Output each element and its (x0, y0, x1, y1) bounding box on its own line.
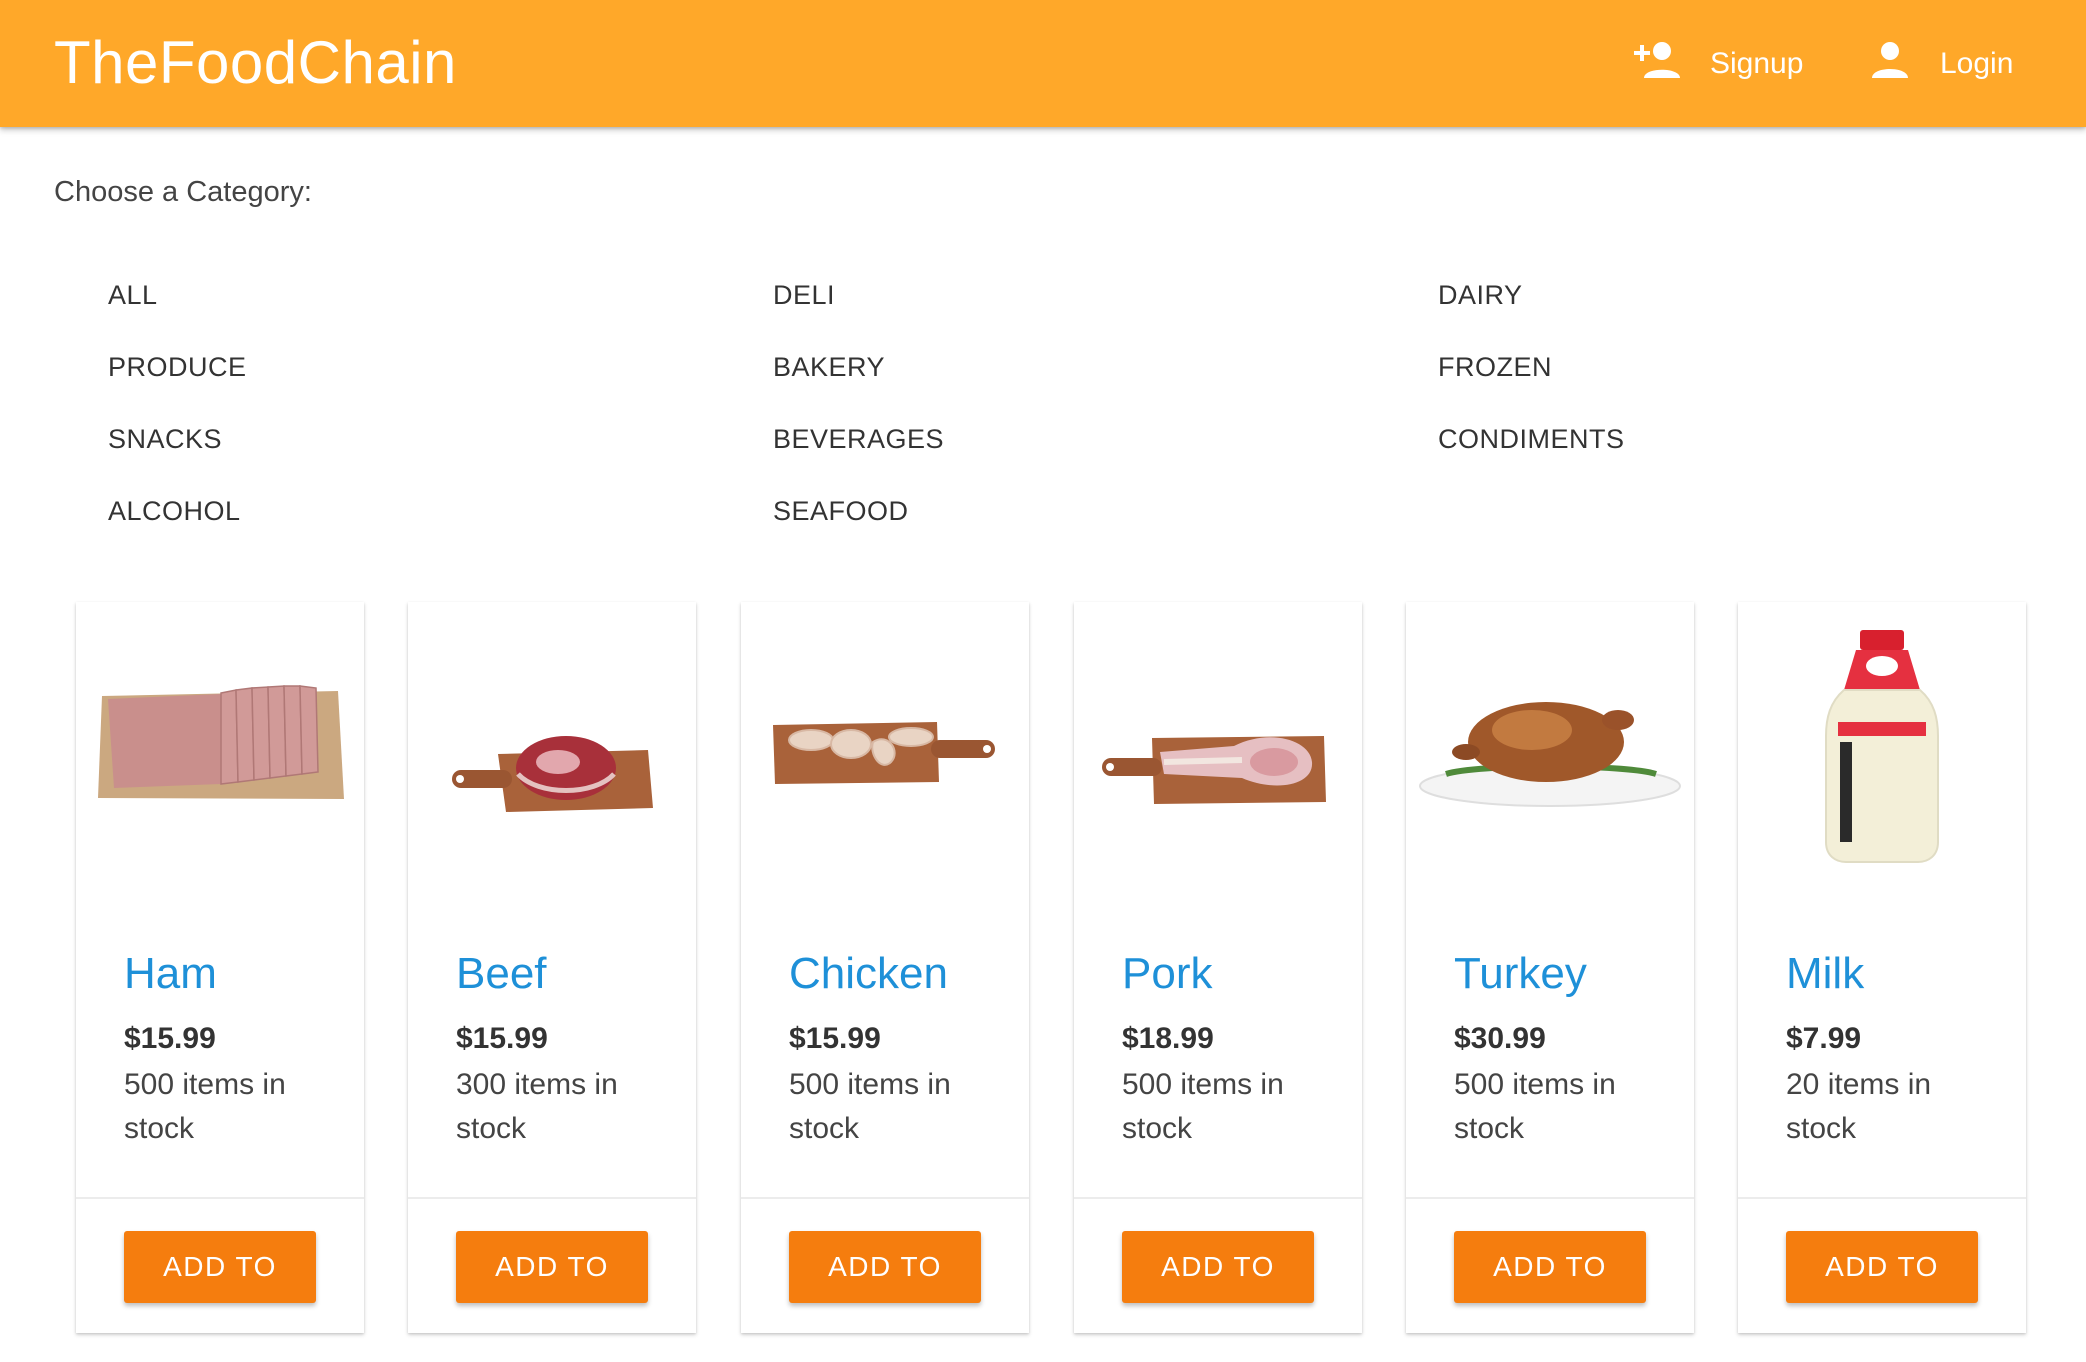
product-name[interactable]: Milk (1786, 944, 1864, 1004)
card-divider (76, 1197, 364, 1199)
signup-button[interactable]: Signup (1632, 36, 1803, 92)
product-price: $18.99 (1122, 1022, 1214, 1055)
person-add-icon (1632, 40, 1680, 88)
category-deli[interactable]: DELI (773, 277, 835, 313)
product-stock: 300 items in stock (456, 1068, 618, 1145)
category-seafood[interactable]: SEAFOOD (773, 493, 909, 529)
product-stock: 500 items in stock (1122, 1068, 1284, 1145)
category-dairy[interactable]: DAIRY (1438, 277, 1523, 313)
category-frozen[interactable]: FROZEN (1438, 349, 1552, 385)
add-to-cart-button[interactable]: ADD TO (789, 1231, 981, 1303)
product-card: Pork $18.99 500 items in stock ADD TO (1074, 602, 1362, 1333)
product-image (76, 602, 364, 932)
product-name[interactable]: Pork (1122, 944, 1212, 1004)
product-image (1074, 602, 1362, 932)
product-price: $7.99 (1786, 1022, 1862, 1055)
app-bar: TheFoodChain Signup Login (0, 0, 2086, 127)
card-divider (741, 1197, 1029, 1199)
category-alcohol[interactable]: ALCOHOL (108, 493, 241, 529)
product-price: $15.99 (789, 1022, 881, 1055)
category-all[interactable]: ALL (108, 277, 158, 313)
product-stock: 500 items in stock (789, 1068, 951, 1145)
add-to-cart-button[interactable]: ADD TO (1454, 1231, 1646, 1303)
product-stock: 500 items in stock (1454, 1068, 1616, 1145)
product-name[interactable]: Beef (456, 944, 547, 1004)
product-name[interactable]: Chicken (789, 944, 948, 1004)
app-title[interactable]: TheFoodChain (54, 28, 457, 98)
category-heading: Choose a Category: (54, 176, 312, 208)
product-image (408, 602, 696, 932)
login-label: Login (1940, 47, 2014, 80)
card-divider (408, 1197, 696, 1199)
product-card: Beef $15.99 300 items in stock ADD TO (408, 602, 696, 1333)
signup-label: Signup (1710, 47, 1804, 80)
category-snacks[interactable]: SNACKS (108, 421, 222, 457)
product-card: Turkey $30.99 500 items in stock ADD TO (1406, 602, 1694, 1333)
add-to-cart-button[interactable]: ADD TO (1122, 1231, 1314, 1303)
product-stock: 20 items in stock (1786, 1068, 1932, 1145)
product-image (1406, 602, 1694, 932)
category-beverages[interactable]: BEVERAGES (773, 421, 944, 457)
product-image (1738, 602, 2026, 932)
product-price: $15.99 (124, 1022, 216, 1055)
add-to-cart-button[interactable]: ADD TO (1786, 1231, 1978, 1303)
card-divider (1074, 1197, 1362, 1199)
add-to-cart-button[interactable]: ADD TO (456, 1231, 648, 1303)
product-price: $15.99 (456, 1022, 548, 1055)
login-button[interactable]: Login (1870, 36, 2013, 92)
card-divider (1738, 1197, 2026, 1199)
category-bakery[interactable]: BAKERY (773, 349, 885, 385)
card-divider (1406, 1197, 1694, 1199)
product-image (741, 602, 1029, 932)
product-name[interactable]: Ham (124, 944, 217, 1004)
product-card: Chicken $15.99 500 items in stock ADD TO (741, 602, 1029, 1333)
add-to-cart-button[interactable]: ADD TO (124, 1231, 316, 1303)
category-condiments[interactable]: CONDIMENTS (1438, 421, 1625, 457)
product-card: Ham $15.99 500 items in stock ADD TO (76, 602, 364, 1333)
product-card: Milk $7.99 20 items in stock ADD TO (1738, 602, 2026, 1333)
product-name[interactable]: Turkey (1454, 944, 1587, 1004)
person-icon (1870, 40, 1910, 88)
product-price: $30.99 (1454, 1022, 1546, 1055)
product-stock: 500 items in stock (124, 1068, 286, 1145)
category-produce[interactable]: PRODUCE (108, 349, 247, 385)
